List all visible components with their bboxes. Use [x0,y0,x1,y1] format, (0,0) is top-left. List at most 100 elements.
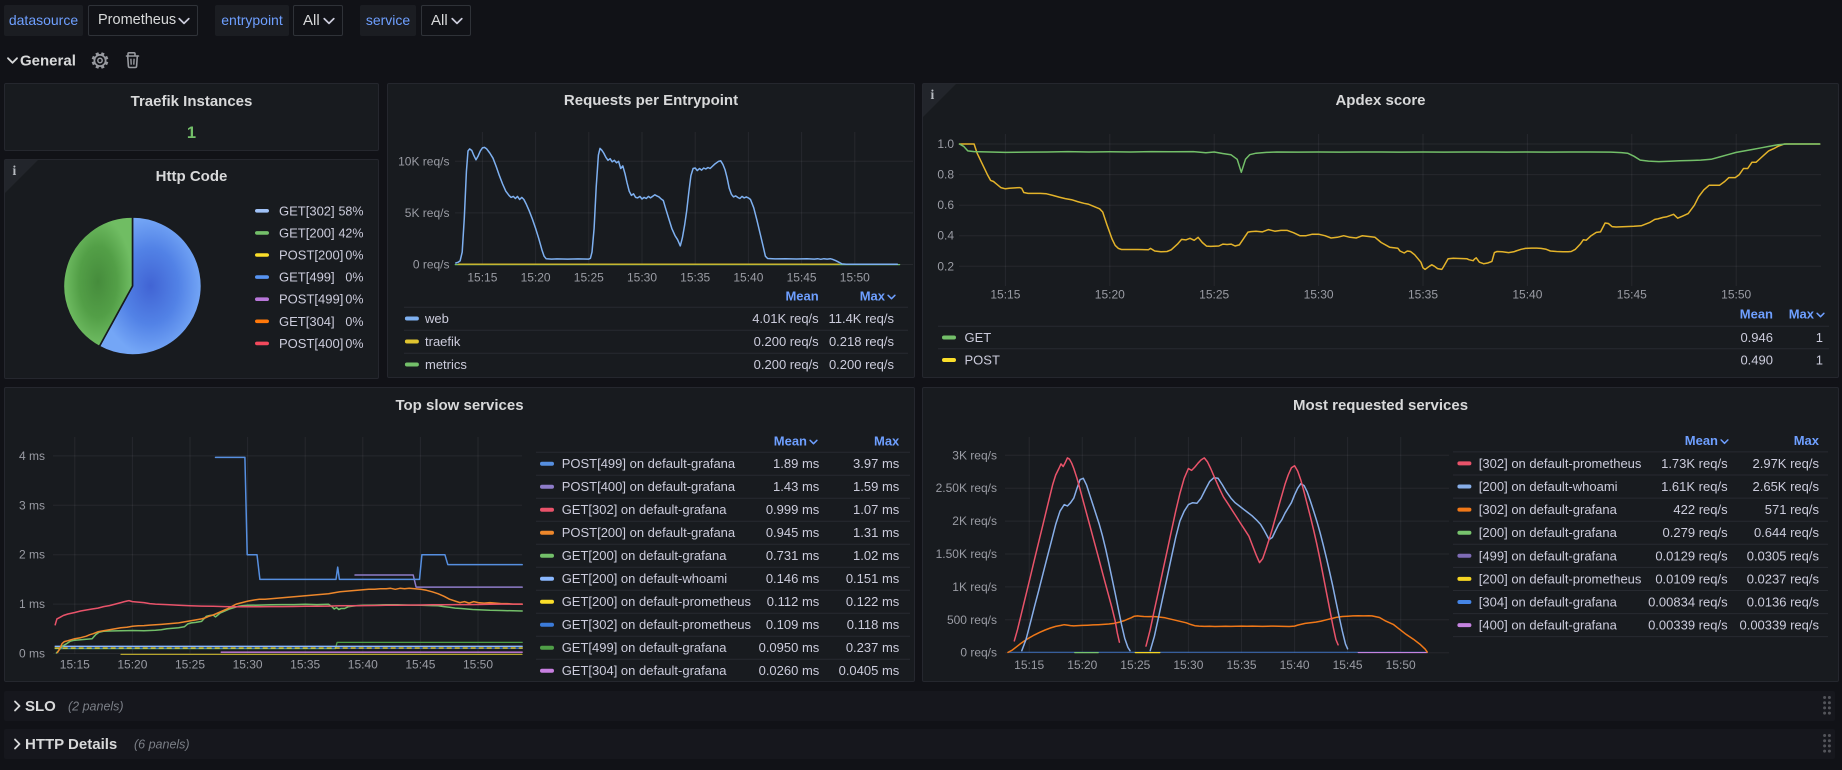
svg-text:0%: 0% [345,271,363,285]
svg-text:5K req/s: 5K req/s [405,206,450,220]
svg-text:15:35: 15:35 [680,271,710,285]
svg-text:15:50: 15:50 [463,657,493,671]
svg-text:0.0129 req/s: 0.0129 req/s [1655,548,1728,563]
svg-text:15:20: 15:20 [1095,288,1125,302]
svg-text:2.65K req/s: 2.65K req/s [1753,479,1820,494]
svg-text:POST[499]: POST[499] [279,292,343,307]
svg-text:1.50K req/s: 1.50K req/s [936,547,997,561]
svg-text:0.200 req/s: 0.200 req/s [829,357,895,372]
svg-text:0.200 req/s: 0.200 req/s [754,357,820,372]
svg-text:0.109 ms: 0.109 ms [766,617,820,632]
svg-text:metrics: metrics [425,357,467,372]
svg-text:15:35: 15:35 [1408,288,1438,302]
svg-text:0.0109 req/s: 0.0109 req/s [1655,571,1728,586]
svg-text:GET[499]: GET[499] [279,270,335,285]
svg-text:Max: Max [860,289,886,304]
svg-text:42%: 42% [338,226,363,240]
svg-text:15:15: 15:15 [60,657,90,671]
svg-text:422 req/s: 422 req/s [1673,502,1728,517]
svg-text:15:15: 15:15 [990,288,1020,302]
svg-text:15:45: 15:45 [787,271,817,285]
svg-text:0.00834 req/s: 0.00834 req/s [1648,595,1728,610]
svg-text:0.490: 0.490 [1740,353,1773,368]
svg-text:15:40: 15:40 [348,657,378,671]
svg-text:15:30: 15:30 [233,657,263,671]
svg-text:traefik: traefik [425,334,461,349]
svg-text:0 ms: 0 ms [19,647,45,661]
svg-text:0.118 ms: 0.118 ms [847,617,900,632]
svg-text:GET[499] on default-grafana: GET[499] on default-grafana [562,640,728,655]
svg-text:1: 1 [1816,330,1823,345]
svg-text:0.6: 0.6 [937,198,954,212]
svg-text:1.0: 1.0 [937,137,954,151]
svg-text:0 req/s: 0 req/s [960,646,997,660]
svg-text:GET[200]: GET[200] [279,225,335,240]
svg-text:11.4K req/s: 11.4K req/s [828,311,894,326]
svg-text:GET[304] on default-grafana: GET[304] on default-grafana [562,663,728,678]
svg-text:15:25: 15:25 [574,271,604,285]
svg-text:GET[302]: GET[302] [279,203,335,218]
svg-text:15:30: 15:30 [627,271,657,285]
svg-text:[302] on default-prometheus: [302] on default-prometheus [1479,456,1642,471]
svg-text:GET[200] on default-grafana: GET[200] on default-grafana [562,548,728,563]
svg-text:15:35: 15:35 [1226,658,1256,672]
svg-text:Mean: Mean [785,289,818,304]
svg-text:0.00339 req/s: 0.00339 req/s [1648,618,1728,633]
svg-text:0.731 ms: 0.731 ms [766,548,820,563]
svg-text:[302] on default-grafana: [302] on default-grafana [1479,502,1618,517]
svg-text:1: 1 [1816,353,1823,368]
svg-text:1.02 ms: 1.02 ms [853,548,900,563]
svg-text:15:30: 15:30 [1173,658,1203,672]
svg-text:1.07 ms: 1.07 ms [853,502,900,517]
svg-text:1.61K req/s: 1.61K req/s [1661,479,1728,494]
svg-text:Max: Max [1789,307,1815,322]
svg-text:0.122 ms: 0.122 ms [846,594,900,609]
svg-text:0.0260 ms: 0.0260 ms [759,663,820,678]
svg-text:[499] on default-grafana: [499] on default-grafana [1479,548,1618,563]
svg-text:15:40: 15:40 [733,271,763,285]
svg-text:15:45: 15:45 [1333,658,1363,672]
svg-text:1.59 ms: 1.59 ms [853,479,900,494]
svg-text:2 ms: 2 ms [19,548,45,562]
svg-text:15:20: 15:20 [1067,658,1097,672]
svg-text:Mean: Mean [1740,307,1773,322]
svg-text:15:25: 15:25 [1199,288,1229,302]
svg-text:0.2: 0.2 [937,259,954,273]
svg-text:0%: 0% [345,315,363,329]
svg-text:[304] on default-grafana: [304] on default-grafana [1479,595,1618,610]
svg-text:web: web [424,311,449,326]
svg-text:POST[400] on default-grafana: POST[400] on default-grafana [562,479,736,494]
svg-text:15:25: 15:25 [1120,658,1150,672]
svg-text:0%: 0% [345,249,363,263]
svg-text:0.218 req/s: 0.218 req/s [829,334,895,349]
svg-text:GET: GET [965,330,992,345]
svg-text:0.8: 0.8 [937,168,954,182]
svg-text:15:50: 15:50 [1386,658,1416,672]
svg-text:0.0950 ms: 0.0950 ms [759,640,820,655]
svg-text:15:30: 15:30 [1304,288,1334,302]
svg-text:15:45: 15:45 [405,657,435,671]
svg-text:0.0136 req/s: 0.0136 req/s [1747,595,1820,610]
svg-text:0.200 req/s: 0.200 req/s [754,334,820,349]
svg-text:1K req/s: 1K req/s [952,580,997,594]
svg-text:500 req/s: 500 req/s [947,613,997,627]
svg-text:POST[499] on default-grafana: POST[499] on default-grafana [562,456,736,471]
svg-text:[200] on default-prometheus: [200] on default-prometheus [1479,571,1642,586]
svg-text:[400] on default-grafana: [400] on default-grafana [1479,618,1618,633]
svg-text:15:40: 15:40 [1512,288,1542,302]
svg-text:0.237 ms: 0.237 ms [846,640,900,655]
svg-text:0.4: 0.4 [937,229,954,243]
svg-text:15:20: 15:20 [521,271,551,285]
svg-text:0.0405 ms: 0.0405 ms [839,663,900,678]
svg-text:0.0305 req/s: 0.0305 req/s [1747,548,1820,563]
svg-text:GET[200] on default-whoami: GET[200] on default-whoami [562,571,728,586]
svg-text:0.945 ms: 0.945 ms [766,525,820,540]
svg-text:4.01K req/s: 4.01K req/s [752,311,819,326]
svg-text:Mean: Mean [1685,433,1718,448]
svg-text:Max: Max [1794,433,1820,448]
svg-text:15:50: 15:50 [1721,288,1751,302]
svg-text:15:35: 15:35 [290,657,320,671]
svg-text:General: General [20,53,76,70]
svg-text:0.151 ms: 0.151 ms [846,571,900,586]
svg-text:0.279 req/s: 0.279 req/s [1663,525,1729,540]
